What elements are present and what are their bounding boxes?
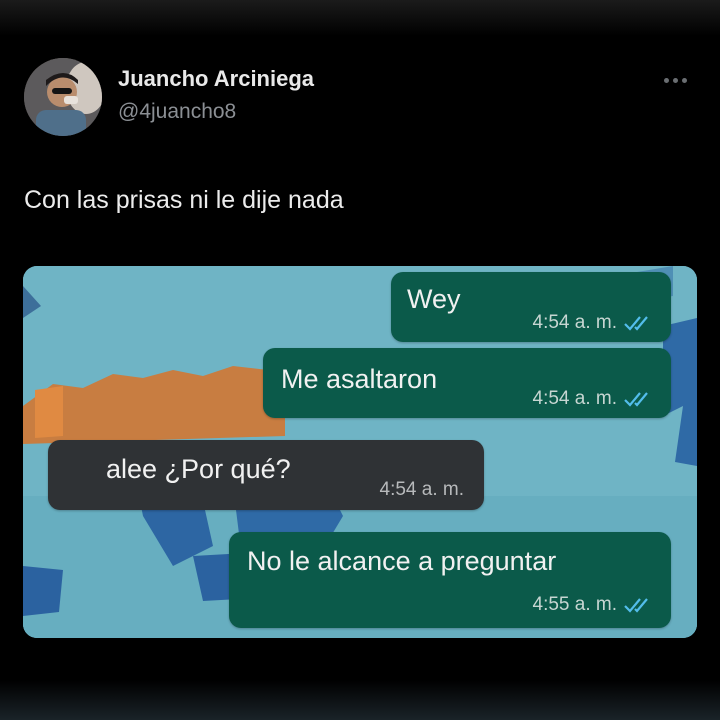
dot	[682, 77, 687, 83]
message-meta: 4:55 a. m.	[533, 594, 658, 616]
avatar[interactable]	[24, 58, 102, 136]
double-check-icon	[624, 598, 648, 613]
more-horizontal-icon[interactable]	[664, 74, 694, 86]
dot	[664, 77, 669, 83]
double-check-icon	[624, 316, 648, 331]
message-time: 4:54 a. m.	[379, 479, 465, 500]
bottom-shadow	[0, 680, 720, 720]
screenshot-page: Juancho Arciniega @4juancho8 Con las pri…	[0, 0, 720, 720]
chat-bubble-incoming[interactable]: alee ¿Por qué? 4:54 a. m.	[48, 440, 484, 510]
message-text: Wey	[407, 284, 461, 314]
chat-bubble-outgoing[interactable]: Wey 4:54 a. m.	[391, 272, 671, 342]
top-shadow	[0, 0, 720, 36]
message-text: No le alcance a preguntar	[247, 546, 557, 576]
dot	[673, 77, 678, 83]
message-text: alee ¿Por qué?	[106, 454, 291, 484]
author-handle[interactable]: @4juancho8	[118, 100, 236, 124]
message-meta: 4:54 a. m.	[380, 479, 465, 501]
author-name[interactable]: Juancho Arciniega	[118, 66, 314, 92]
post-image[interactable]: Wey 4:54 a. m. Me asaltaron 4:54 a. m. a…	[23, 266, 697, 638]
double-check-icon	[624, 392, 648, 407]
chat-bubble-outgoing[interactable]: No le alcance a preguntar 4:55 a. m.	[229, 532, 671, 628]
message-meta: 4:54 a. m.	[533, 388, 658, 410]
message-time: 4:55 a. m.	[532, 594, 618, 615]
avatar-photo	[24, 58, 102, 136]
message-time: 4:54 a. m.	[532, 388, 618, 409]
message-meta: 4:54 a. m.	[533, 312, 658, 334]
message-time: 4:54 a. m.	[532, 312, 618, 333]
message-text: Me asaltaron	[281, 364, 438, 394]
post-text: Con las prisas ni le dije nada	[24, 186, 344, 214]
chat-bubble-outgoing[interactable]: Me asaltaron 4:54 a. m.	[263, 348, 671, 418]
